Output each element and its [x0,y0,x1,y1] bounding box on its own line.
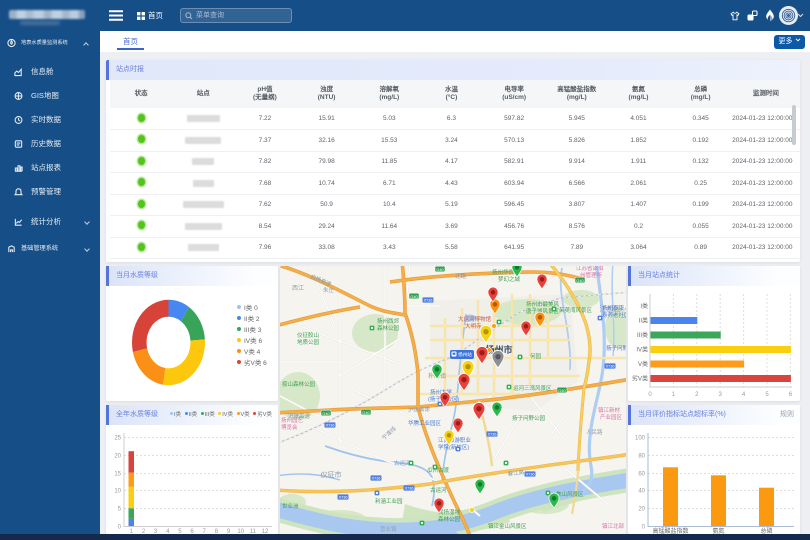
svg-text:II类: II类 [639,317,648,325]
svg-text:利涵工业园: 利涵工业园 [375,497,403,505]
svg-text:X736: X736 [488,433,497,437]
svg-text:焦山风景区: 焦山风景区 [556,490,584,498]
svg-text:运河三湾风景区: 运河三湾风景区 [513,384,552,392]
svg-text:氨氮: 氨氮 [712,527,724,534]
svg-text:华腾工业园区: 华腾工业园区 [408,419,442,427]
svg-text:X736: X736 [606,365,615,369]
svg-text:学院(新校区): 学院(新校区) [438,443,469,451]
svg-text:扬子问野: 扬子问野 [606,344,626,352]
svg-text:镇江新材: 镇江新材 [598,406,621,414]
svg-text:何园: 何园 [530,352,542,360]
svg-text:X736: X736 [424,299,433,303]
svg-text:G40: G40 [558,388,566,393]
svg-text:劣V类: 劣V类 [632,375,648,383]
svg-text:G40: G40 [436,267,444,272]
svg-text:III类: III类 [637,331,648,339]
svg-text:60: 60 [638,472,645,478]
svg-text:IV类: IV类 [636,346,648,354]
svg-text:扬州站: 扬州站 [458,351,472,358]
svg-text:博览会: 博览会 [281,423,298,431]
svg-text:X736: X736 [526,473,535,477]
svg-text:瓜州古渡: 瓜州古渡 [427,466,450,474]
svg-text:X736: X736 [405,487,414,491]
svg-text:3: 3 [719,392,723,398]
svg-text:0: 0 [118,525,122,531]
svg-text:15: 15 [114,472,121,478]
svg-text:北路: 北路 [455,272,467,280]
svg-text:森林公园: 森林公园 [438,515,461,523]
svg-text:X736: X736 [339,496,348,500]
svg-text:森林公园: 森林公园 [377,324,400,332]
svg-text:营业镇: 营业镇 [380,525,397,533]
svg-text:茱萸湾风景区: 茱萸湾风景区 [559,306,593,314]
svg-text:世业洲: 世业洲 [282,502,299,510]
svg-text:0: 0 [648,392,652,398]
svg-text:100: 100 [635,436,646,442]
svg-text:X736: X736 [372,477,381,481]
svg-text:镇江金山风景区: 镇江金山风景区 [488,522,527,530]
svg-text:5: 5 [118,507,122,513]
svg-text:G40: G40 [322,411,330,416]
svg-text:V类: V类 [638,360,648,368]
svg-text:扬州泰康人: 扬州泰康人 [602,304,626,312]
svg-text:4: 4 [742,392,746,398]
svg-text:镇江北部: 镇江北部 [602,522,625,530]
svg-text:扬州西郊: 扬州西郊 [377,317,400,325]
svg-text:扬州园艺: 扬州园艺 [281,416,304,424]
svg-text:80: 80 [638,454,645,460]
svg-text:寿养老社区: 寿养老社区 [602,311,626,319]
svg-text:0: 0 [642,525,646,531]
svg-text:仪征市: 仪征市 [321,470,342,479]
svg-text:捺山森林公园: 捺山森林公园 [282,380,316,388]
svg-text:X736: X736 [326,424,335,428]
svg-text:西江: 西江 [292,285,304,292]
svg-text:人民路: 人民路 [586,428,603,436]
svg-text:25: 25 [114,436,121,442]
svg-text:I类: I类 [640,302,648,310]
svg-text:G40: G40 [410,294,418,299]
svg-text:地质公园: 地质公园 [297,338,320,346]
svg-text:扬子问野公园: 扬子问野公园 [512,414,546,422]
svg-text:6: 6 [789,392,793,398]
svg-text:江苏旅游职业: 江苏旅游职业 [438,436,472,444]
svg-text:20: 20 [638,507,645,513]
svg-text:1: 1 [672,392,676,398]
svg-text:朱庄: 朱庄 [323,286,335,294]
svg-text:20: 20 [114,454,121,460]
svg-text:10: 10 [114,489,121,495]
svg-text:州管理所: 州管理所 [580,271,603,279]
svg-text:产业园区: 产业园区 [600,413,623,421]
svg-text:古运河: 古运河 [430,486,447,494]
svg-text:总磷: 总磷 [760,527,772,534]
svg-text:江苏省邵伯: 江苏省邵伯 [576,266,604,272]
svg-text:G40: G40 [362,410,370,415]
svg-text:40: 40 [638,489,645,495]
svg-text:古运河: 古运河 [394,459,411,467]
svg-text:大明寺: 大明寺 [465,322,482,330]
svg-text:2: 2 [695,392,699,398]
svg-text:大运河博物馆: 大运河博物馆 [458,315,492,323]
svg-text:高锰酸盐指数: 高锰酸盐指数 [652,527,688,534]
svg-text:仪征胶山: 仪征胶山 [297,331,319,339]
svg-text:5: 5 [765,392,769,398]
